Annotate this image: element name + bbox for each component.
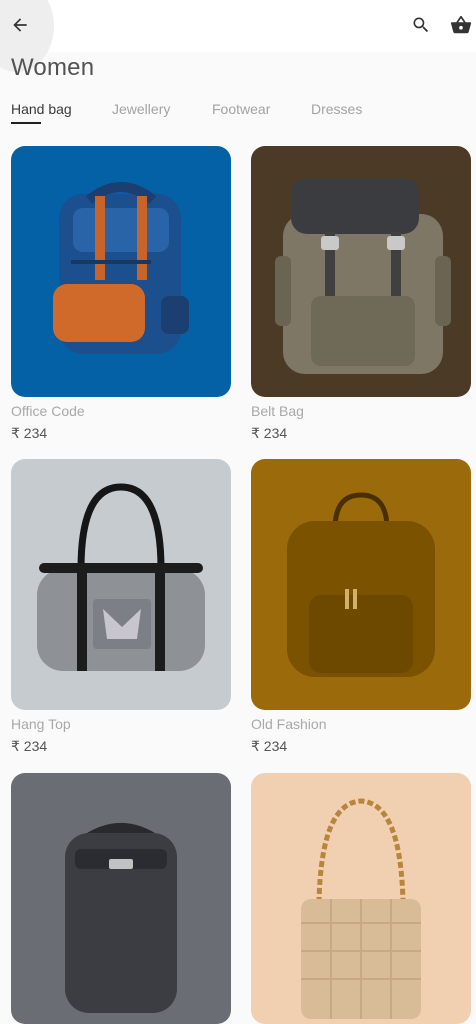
product-name: Hang Top <box>11 716 71 732</box>
product-card[interactable]: Belt Bag ₹ 234 <box>251 146 471 442</box>
product-price: ₹ 234 <box>251 425 288 441</box>
tab-footwear[interactable]: Footwear <box>212 101 270 117</box>
product-card[interactable]: Hang Top ₹ 234 <box>11 459 231 755</box>
product-image <box>251 773 471 1024</box>
arrow-left-icon <box>10 15 30 35</box>
active-tab-indicator <box>11 122 41 124</box>
tab-dresses[interactable]: Dresses <box>311 101 362 117</box>
tab-jewellery[interactable]: Jewellery <box>112 101 170 117</box>
product-image <box>11 146 231 397</box>
page-title: Women <box>11 54 95 81</box>
tab-hand-bag[interactable]: Hand bag <box>11 101 72 117</box>
shopping-basket-icon[interactable] <box>450 14 472 36</box>
product-image <box>11 773 231 1024</box>
product-name: Old Fashion <box>251 716 327 732</box>
product-image <box>251 459 471 710</box>
product-image <box>251 146 471 397</box>
product-name: Office Code <box>11 403 85 419</box>
search-icon[interactable] <box>411 15 431 35</box>
product-price: ₹ 234 <box>11 425 48 441</box>
product-name: Belt Bag <box>251 403 304 419</box>
product-image <box>11 459 231 710</box>
product-price: ₹ 234 <box>251 738 288 754</box>
product-card[interactable]: Old Fashion ₹ 234 <box>251 459 471 755</box>
app-bar <box>0 0 476 72</box>
product-card[interactable]: Office Code ₹ 234 <box>11 146 231 442</box>
product-price: ₹ 234 <box>11 738 48 754</box>
product-card[interactable] <box>11 773 231 1024</box>
product-card[interactable] <box>251 773 471 1024</box>
